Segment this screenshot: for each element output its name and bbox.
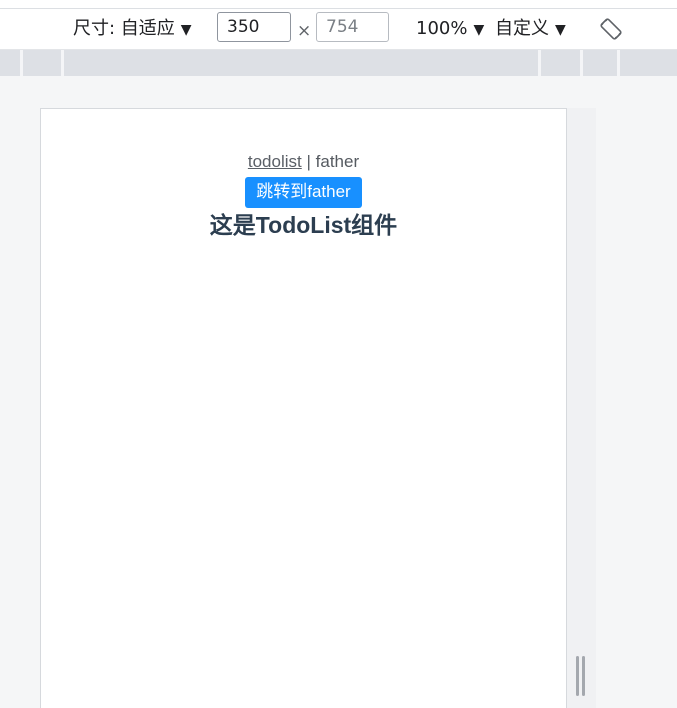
router-nav: todolist | father — [40, 151, 567, 173]
media-query-ruler[interactable] — [0, 50, 677, 76]
page-title: 这是TodoList组件 — [209, 212, 398, 238]
height-input[interactable] — [316, 12, 389, 42]
nav-link-todolist[interactable]: todolist — [248, 152, 302, 171]
zoom-label: 100% — [416, 18, 468, 39]
nav-link-father[interactable]: father — [316, 152, 359, 171]
chevron-down-icon: ▼ — [180, 22, 192, 38]
times-symbol: × — [297, 21, 312, 41]
chevron-down-icon: ▼ — [473, 22, 485, 38]
zoom-dropdown[interactable]: 100% ▼ — [416, 9, 484, 49]
width-input[interactable] — [217, 12, 291, 42]
dimensions-dropdown[interactable]: 尺寸: 自适应 ▼ — [73, 9, 192, 49]
rotate-icon — [600, 18, 622, 40]
rotate-button[interactable] — [598, 16, 624, 42]
throttle-dropdown[interactable]: 自定义 ▼ — [495, 9, 566, 49]
resize-handle[interactable] — [576, 656, 586, 696]
device-toolbar: 尺寸: 自适应 ▼ × 100% ▼ 自定义 ▼ — [0, 9, 677, 50]
chevron-down-icon: ▼ — [555, 22, 566, 38]
browser-top-edge — [0, 0, 677, 9]
jump-to-father-button[interactable]: 跳转到father — [245, 177, 362, 208]
viewport-scroll-gutter — [567, 108, 596, 708]
nav-separator: | — [306, 152, 311, 171]
dimensions-label: 尺寸: 自适应 — [73, 18, 175, 39]
throttle-label: 自定义 — [495, 18, 549, 39]
app-root: todolist | father 跳转到father 这是TodoList组件 — [40, 108, 567, 241]
